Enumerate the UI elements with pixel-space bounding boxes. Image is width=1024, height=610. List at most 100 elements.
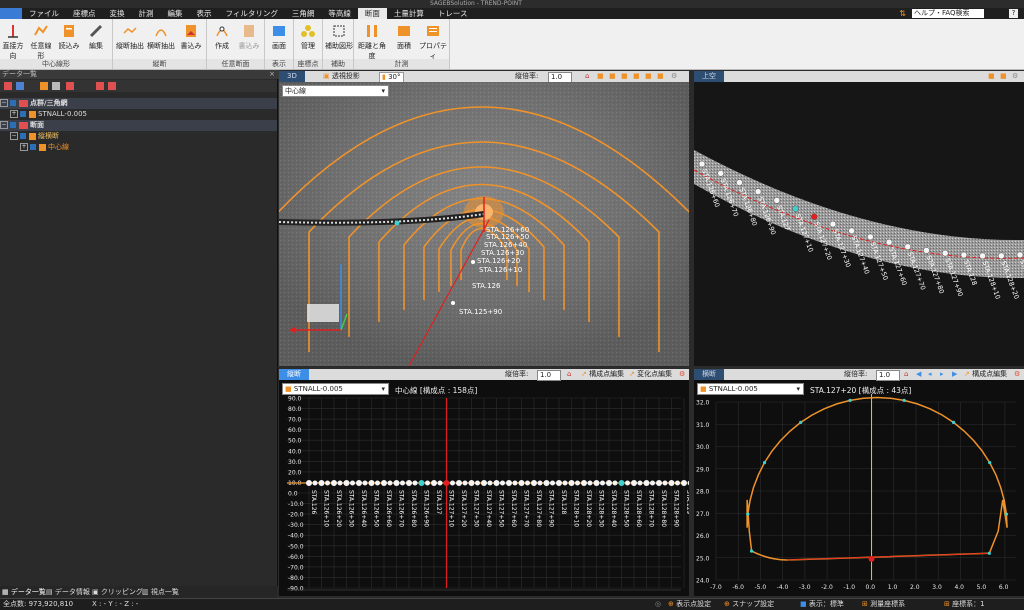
cross-chart[interactable]: 32.0 31.0 30.0 29.0 28.0 27.0 26.0 25.0 24.0-7.0… <box>694 380 1024 596</box>
tab-3d[interactable]: 3D <box>279 71 305 82</box>
collapse-icon[interactable]: − <box>10 132 18 140</box>
profile-chart[interactable]: 90.080.070.060.050.040.030.020.010.00.0-… <box>279 380 689 596</box>
change-point-edit-button[interactable]: ↗ 変化点編集 <box>629 370 672 379</box>
profile-point <box>512 480 518 486</box>
display-mode[interactable]: ■ 表示：標準 <box>800 599 844 610</box>
menu-convert[interactable]: 変換 <box>103 8 132 19</box>
survey-coordinate-system[interactable]: ⊞ 測量座標系 <box>862 599 905 610</box>
cross-point-edit-button[interactable]: ↗ 構成点編集 <box>964 370 1007 379</box>
prev-step-icon[interactable]: ◂ <box>928 370 932 379</box>
cross-toolbar: 横断 縦倍率: 1.0 ⌂ ◀ ◂ ▸ ▶ ↗ 構成点編集 ⚙ <box>694 369 1024 381</box>
pencil-icon[interactable] <box>52 82 60 90</box>
view-top-icon[interactable]: ■ <box>657 72 664 81</box>
expand-icon[interactable]: + <box>20 143 28 151</box>
aux-figure-button[interactable]: 補助図形 <box>325 21 353 59</box>
arbitrary-alignment-button[interactable]: 任意線形 <box>29 21 53 60</box>
settings-icon[interactable]: ⚙ <box>671 72 677 81</box>
close-icon[interactable]: × <box>269 70 275 79</box>
manage-button[interactable]: 管理 <box>296 21 320 59</box>
load-button[interactable]: 読込み <box>57 21 81 59</box>
settings-icon[interactable]: ⚙ <box>1012 72 1018 81</box>
prev-icon[interactable]: ◀ <box>916 370 921 379</box>
menu-view[interactable]: 表示 <box>190 8 219 19</box>
next-icon[interactable]: ▶ <box>952 370 957 379</box>
view-icon[interactable]: ■ <box>597 72 604 81</box>
checkbox[interactable] <box>20 111 26 117</box>
tree-item-centerline[interactable]: + 中心線 <box>0 142 297 153</box>
copy-icon[interactable] <box>108 82 116 90</box>
point-edit-button[interactable]: ↗ 構成点編集 <box>581 370 624 379</box>
tab-data-list[interactable]: ▦ データ一覧 <box>2 587 46 597</box>
menu-earthwork[interactable]: 土量計算 <box>387 8 431 19</box>
collapse-icon[interactable]: − <box>0 99 8 107</box>
view-left-icon[interactable]: ■ <box>633 72 640 81</box>
layer-dropdown[interactable]: 中心線 ▾ <box>282 85 389 97</box>
expand-icon[interactable]: + <box>10 110 18 118</box>
help-icon[interactable]: ? <box>1009 9 1018 18</box>
tab-viewpoint-list[interactable]: ▥ 視点一覧 <box>142 587 179 597</box>
cross-extract-button[interactable]: 横断抽出 <box>146 21 176 59</box>
home-icon[interactable]: ⌂ <box>585 72 589 81</box>
x-tick-label: 0.0 <box>866 584 876 591</box>
menu-file[interactable]: ファイル <box>22 8 66 19</box>
sort-icon[interactable]: ⇅ <box>899 9 906 18</box>
view-right-icon[interactable]: ■ <box>645 72 652 81</box>
view-back-icon[interactable]: ■ <box>621 72 628 81</box>
edit-button[interactable]: 編集 <box>84 21 108 59</box>
coordinate-system[interactable]: ⊞ 座標系：1 <box>944 599 985 610</box>
menu-edit[interactable]: 編集 <box>161 8 190 19</box>
section-write-button[interactable]: 書込み <box>237 21 261 59</box>
collapse-icon[interactable]: − <box>0 121 8 129</box>
next-step-icon[interactable]: ▸ <box>940 370 944 379</box>
app-menu-icon[interactable] <box>0 8 22 19</box>
checkbox[interactable] <box>30 144 36 150</box>
tab-cross[interactable]: 横断 <box>694 369 724 380</box>
settings-icon[interactable]: ⚙ <box>1014 370 1020 379</box>
projection-toggle[interactable]: ▣ 透視投影 <box>323 72 360 81</box>
folder-icon[interactable] <box>96 82 104 90</box>
distance-angle-button[interactable]: 距離と角度 <box>356 21 388 60</box>
plan-canvas[interactable]: STA.126+60STA.126+70STA.126+80STA.126+90… <box>694 82 1024 366</box>
screen-button[interactable]: 画面 <box>267 21 291 59</box>
tab-profile[interactable]: 縦断 <box>279 369 309 380</box>
snap-icon[interactable]: ◎ <box>655 599 661 610</box>
property-icon[interactable] <box>16 82 24 90</box>
home-icon[interactable]: ⌂ <box>904 370 908 379</box>
delete-icon[interactable] <box>4 82 12 90</box>
area-button[interactable]: 面積 <box>392 21 416 59</box>
menu-measure[interactable]: 計測 <box>132 8 161 19</box>
create-button[interactable]: 作成 <box>210 21 234 59</box>
property-button[interactable]: プロパティ <box>418 21 448 60</box>
view-icon[interactable]: ■ <box>988 72 995 81</box>
menu-points[interactable]: 座標点 <box>66 8 103 19</box>
checkbox[interactable] <box>10 100 16 106</box>
filter-icon[interactable] <box>66 82 74 90</box>
settings-icon[interactable]: ⚙ <box>679 370 685 379</box>
menu-trace[interactable]: トレース <box>431 8 475 19</box>
menu-filtering[interactable]: フィルタリング <box>219 8 285 19</box>
checkbox[interactable] <box>20 133 26 139</box>
menu-triangle[interactable]: 三角網 <box>285 8 322 19</box>
tree-item-stnall[interactable]: + STNALL-0.005 <box>0 109 287 120</box>
menu-contour[interactable]: 等高線 <box>321 8 358 19</box>
tree-item-section[interactable]: − 断面 <box>0 120 277 131</box>
tunnel-3d-view[interactable]: STA.126+60 STA.126+50 STA.126+40 STA.126… <box>279 82 689 366</box>
tree-item-pointcloud[interactable]: − 点群/三角網 <box>0 98 277 109</box>
profile-extract-button[interactable]: 縦断抽出 <box>115 21 145 59</box>
tree-item-longitudinal[interactable]: − 縦横断 <box>0 131 287 142</box>
snap-setting[interactable]: ⊕ スナップ設定 <box>724 599 774 610</box>
station-marker <box>885 238 893 246</box>
home-icon[interactable]: ⌂ <box>567 370 571 379</box>
color-icon[interactable]: ■ <box>1000 72 1007 81</box>
checkbox[interactable] <box>10 122 16 128</box>
view-front-icon[interactable]: ■ <box>609 72 616 81</box>
direct-direction-button[interactable]: 直接方向 <box>1 21 25 60</box>
menu-section[interactable]: 断面 <box>357 8 387 19</box>
write-button[interactable]: 書込み <box>179 21 203 59</box>
display-point-setting[interactable]: ⊕ 表示点設定 <box>668 599 711 610</box>
tab-plan[interactable]: 上空 <box>694 71 724 82</box>
tab-clipping[interactable]: ▣ クリッピング <box>92 587 143 597</box>
tab-data-info[interactable]: ▤ データ情報 <box>46 587 90 597</box>
color-icon[interactable] <box>40 82 48 90</box>
help-search[interactable]: ヘルプ・FAQ検索 <box>912 9 984 18</box>
